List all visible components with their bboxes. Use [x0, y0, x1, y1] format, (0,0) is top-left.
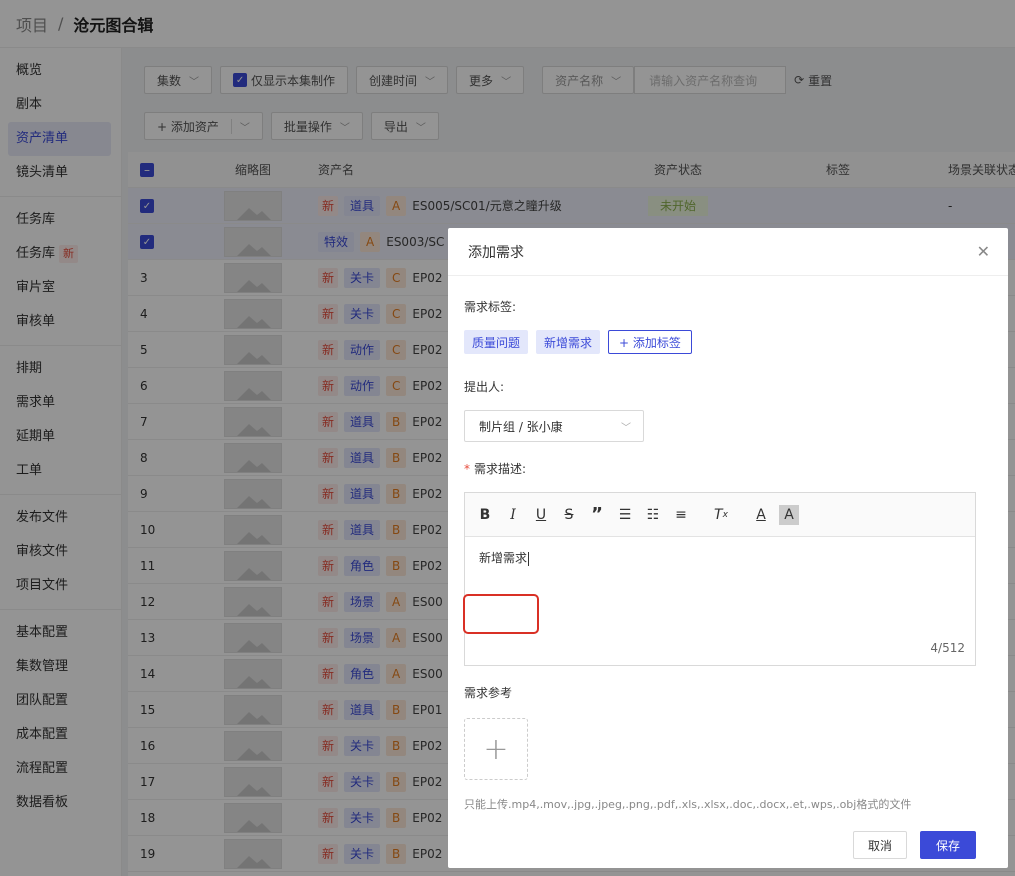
- background-color-icon[interactable]: A: [779, 504, 799, 525]
- description-textarea[interactable]: 新增需求: [465, 537, 975, 578]
- description-label-text: 需求描述:: [474, 462, 527, 476]
- char-counter: 4/512: [930, 641, 965, 655]
- bold-icon[interactable]: B: [475, 505, 495, 525]
- quote-icon[interactable]: ”: [587, 504, 607, 525]
- italic-icon[interactable]: I: [503, 505, 523, 525]
- cancel-button[interactable]: 取消: [853, 831, 907, 859]
- chevron-down-icon: ﹀: [621, 422, 631, 434]
- font-color-icon[interactable]: A: [751, 505, 771, 525]
- proposer-value: 制片组 / 张小康: [479, 419, 563, 434]
- highlight-box: [463, 594, 539, 634]
- strikethrough-icon[interactable]: S: [559, 505, 579, 525]
- proposer-label: 提出人:: [464, 380, 505, 394]
- rich-text-editor: B I U S ” ☰ ☷ ≡ Tx A A 新增需求 4/512: [464, 492, 976, 666]
- required-marker: *: [464, 462, 470, 476]
- description-label: * 需求描述:: [464, 460, 526, 477]
- upload-button[interactable]: +: [464, 718, 528, 780]
- proposer-select[interactable]: 制片组 / 张小康 ﹀: [464, 410, 644, 442]
- text-cursor: [528, 551, 530, 566]
- tags-label: 需求标签:: [464, 300, 517, 314]
- upload-hint: 只能上传.mp4,.mov,.jpg,.jpeg,.png,.pdf,.xls,…: [464, 798, 912, 811]
- dialog-title: 添加需求: [448, 228, 1008, 276]
- align-icon[interactable]: ≡: [671, 505, 691, 525]
- plus-icon: +: [483, 731, 509, 767]
- ordered-list-icon[interactable]: ☰: [615, 505, 635, 525]
- editor-toolbar: B I U S ” ☰ ☷ ≡ Tx A A: [465, 493, 975, 537]
- reference-label: 需求参考: [464, 686, 513, 700]
- description-text: 新增需求: [479, 551, 528, 565]
- save-button[interactable]: 保存: [920, 831, 976, 859]
- tag-chip-quality[interactable]: 质量问题: [464, 330, 529, 354]
- close-icon[interactable]: ✕: [977, 242, 990, 261]
- underline-icon[interactable]: U: [531, 505, 551, 525]
- add-requirement-dialog: 添加需求 ✕ 需求标签: 质量问题 新增需求 + 添加标签 提出人: 制片组 /…: [448, 228, 1008, 868]
- add-tag-button[interactable]: + 添加标签: [608, 330, 692, 354]
- tag-chip-new-requirement[interactable]: 新增需求: [536, 330, 601, 354]
- clear-format-icon[interactable]: Tx: [711, 505, 731, 525]
- bullet-list-icon[interactable]: ☷: [643, 505, 663, 525]
